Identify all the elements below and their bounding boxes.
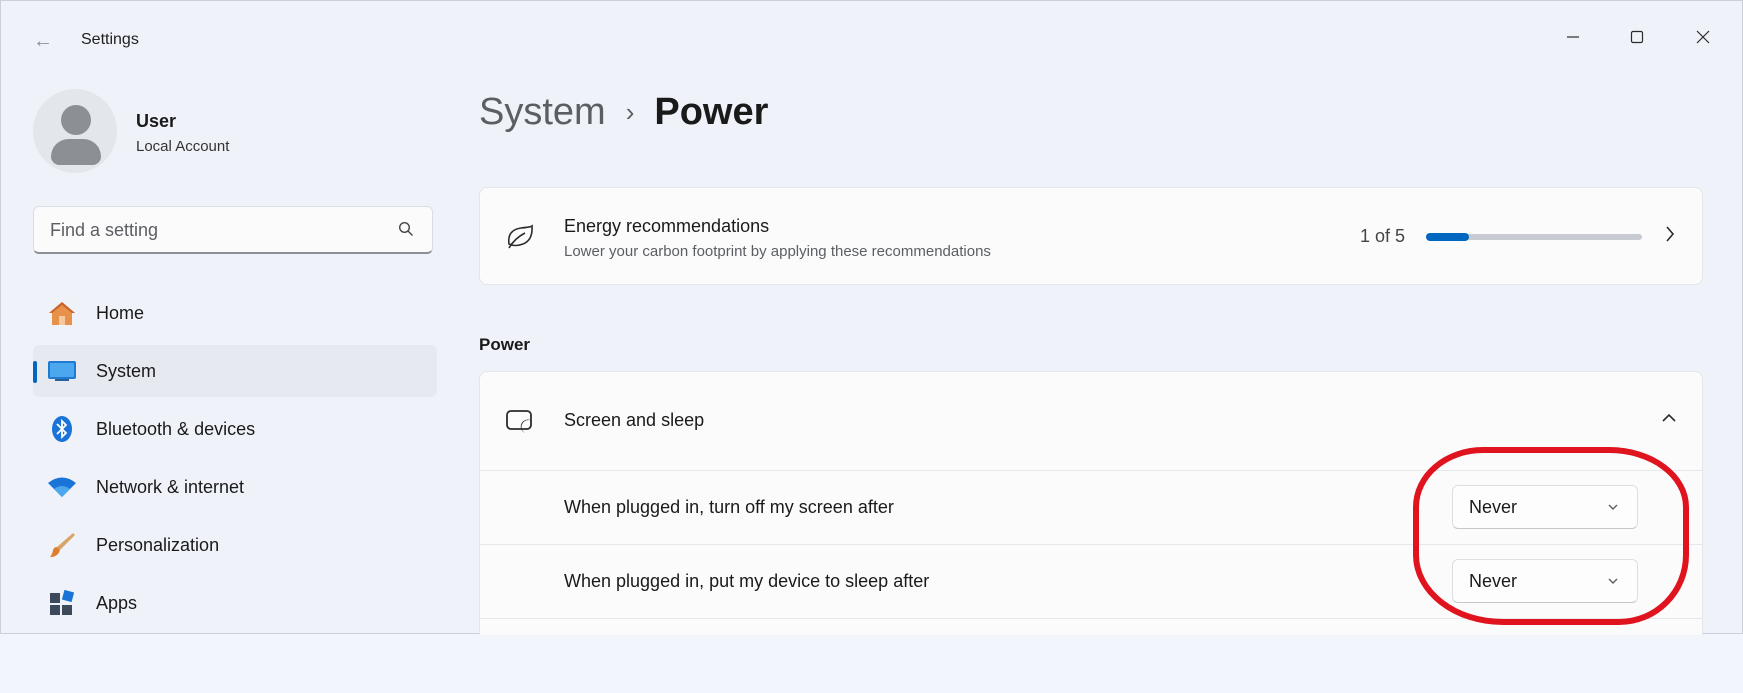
section-heading-power: Power <box>479 335 531 354</box>
system-icon <box>47 357 77 385</box>
sidebar-item-label: Network & internet <box>96 476 245 497</box>
screen-and-sleep-header[interactable]: Screen and sleep <box>480 372 1702 470</box>
energy-progress-count: 1 of 5 <box>1360 226 1406 246</box>
setting-row-next <box>480 618 1702 693</box>
chevron-down-icon <box>1608 578 1618 584</box>
avatar-body-shape <box>51 139 101 165</box>
chevron-up-icon[interactable] <box>1660 412 1678 424</box>
maximize-icon <box>1630 30 1644 44</box>
home-icon <box>47 299 77 327</box>
dropdown-value: Never <box>1469 571 1518 591</box>
minimize-icon <box>1567 36 1579 38</box>
sidebar-item-home[interactable]: Home <box>33 287 437 339</box>
screen-and-sleep-title: Screen and sleep <box>564 410 705 430</box>
settings-window: ← Settings User Local Account Find a set… <box>0 0 1743 635</box>
wifi-icon <box>47 473 77 501</box>
setting-row-screen-off: When plugged in, turn off my screen afte… <box>480 470 1702 545</box>
energy-progress-bar <box>1426 233 1642 241</box>
sidebar-item-label: System <box>96 360 157 381</box>
sidebar-item-label: Home <box>96 302 145 323</box>
screen-sleep-icon <box>504 405 536 437</box>
setting-label: When plugged in, put my device to sleep … <box>564 571 930 591</box>
chevron-down-icon <box>1608 504 1618 510</box>
sidebar-item-network[interactable]: Network & internet <box>33 461 437 513</box>
sidebar-item-label: Personalization <box>96 534 220 555</box>
dropdown-value: Never <box>1469 497 1518 517</box>
avatar[interactable] <box>33 89 117 173</box>
breadcrumb-parent[interactable]: System <box>479 91 606 134</box>
sidebar-item-label: Bluetooth & devices <box>96 418 256 439</box>
brush-icon <box>47 531 77 559</box>
app-title: Settings <box>81 31 139 48</box>
screen-off-dropdown[interactable]: Never <box>1452 485 1638 529</box>
setting-row-sleep: When plugged in, put my device to sleep … <box>480 544 1702 619</box>
avatar-head-shape <box>61 105 91 135</box>
bluetooth-icon <box>47 415 77 443</box>
energy-title: Energy recommendations <box>564 216 770 236</box>
search-box[interactable] <box>33 206 433 254</box>
minimize-button[interactable] <box>1547 17 1599 57</box>
sidebar-item-personalization[interactable]: Personalization <box>33 519 437 571</box>
close-icon <box>1696 30 1710 44</box>
close-button[interactable] <box>1677 17 1729 57</box>
back-arrow-icon: ← <box>33 29 53 52</box>
title-bar: ← Settings <box>1 1 1742 81</box>
leaf-icon <box>504 221 536 253</box>
sidebar-nav: Home System Bluetooth & devices Network … <box>33 287 437 635</box>
breadcrumb: System › Power <box>479 91 768 134</box>
breadcrumb-separator: › <box>625 97 635 127</box>
user-name: User <box>136 111 177 131</box>
selection-indicator <box>33 361 37 383</box>
back-button[interactable]: ← <box>29 29 57 53</box>
maximize-button[interactable] <box>1611 17 1663 57</box>
energy-progress-fill <box>1426 233 1470 241</box>
setting-label: When plugged in, turn off my screen afte… <box>564 497 894 517</box>
sidebar-item-label: Apps <box>96 592 138 613</box>
page-title: Power <box>654 91 769 133</box>
search-icon[interactable] <box>398 221 414 237</box>
sleep-dropdown[interactable]: Never <box>1452 559 1638 603</box>
energy-recommendations-card[interactable]: Energy recommendations Lower your carbon… <box>479 187 1703 285</box>
energy-subtitle: Lower your carbon footprint by applying … <box>564 243 991 260</box>
apps-icon <box>47 589 77 617</box>
search-input[interactable] <box>48 217 392 243</box>
screen-and-sleep-card: Screen and sleep When plugged in, turn o… <box>479 371 1703 635</box>
chevron-right-icon <box>1666 226 1675 242</box>
sidebar-item-apps[interactable]: Apps <box>33 577 437 629</box>
account-type: Local Account <box>136 138 230 155</box>
sidebar-item-system[interactable]: System <box>33 345 437 397</box>
sidebar-item-bluetooth[interactable]: Bluetooth & devices <box>33 403 437 455</box>
